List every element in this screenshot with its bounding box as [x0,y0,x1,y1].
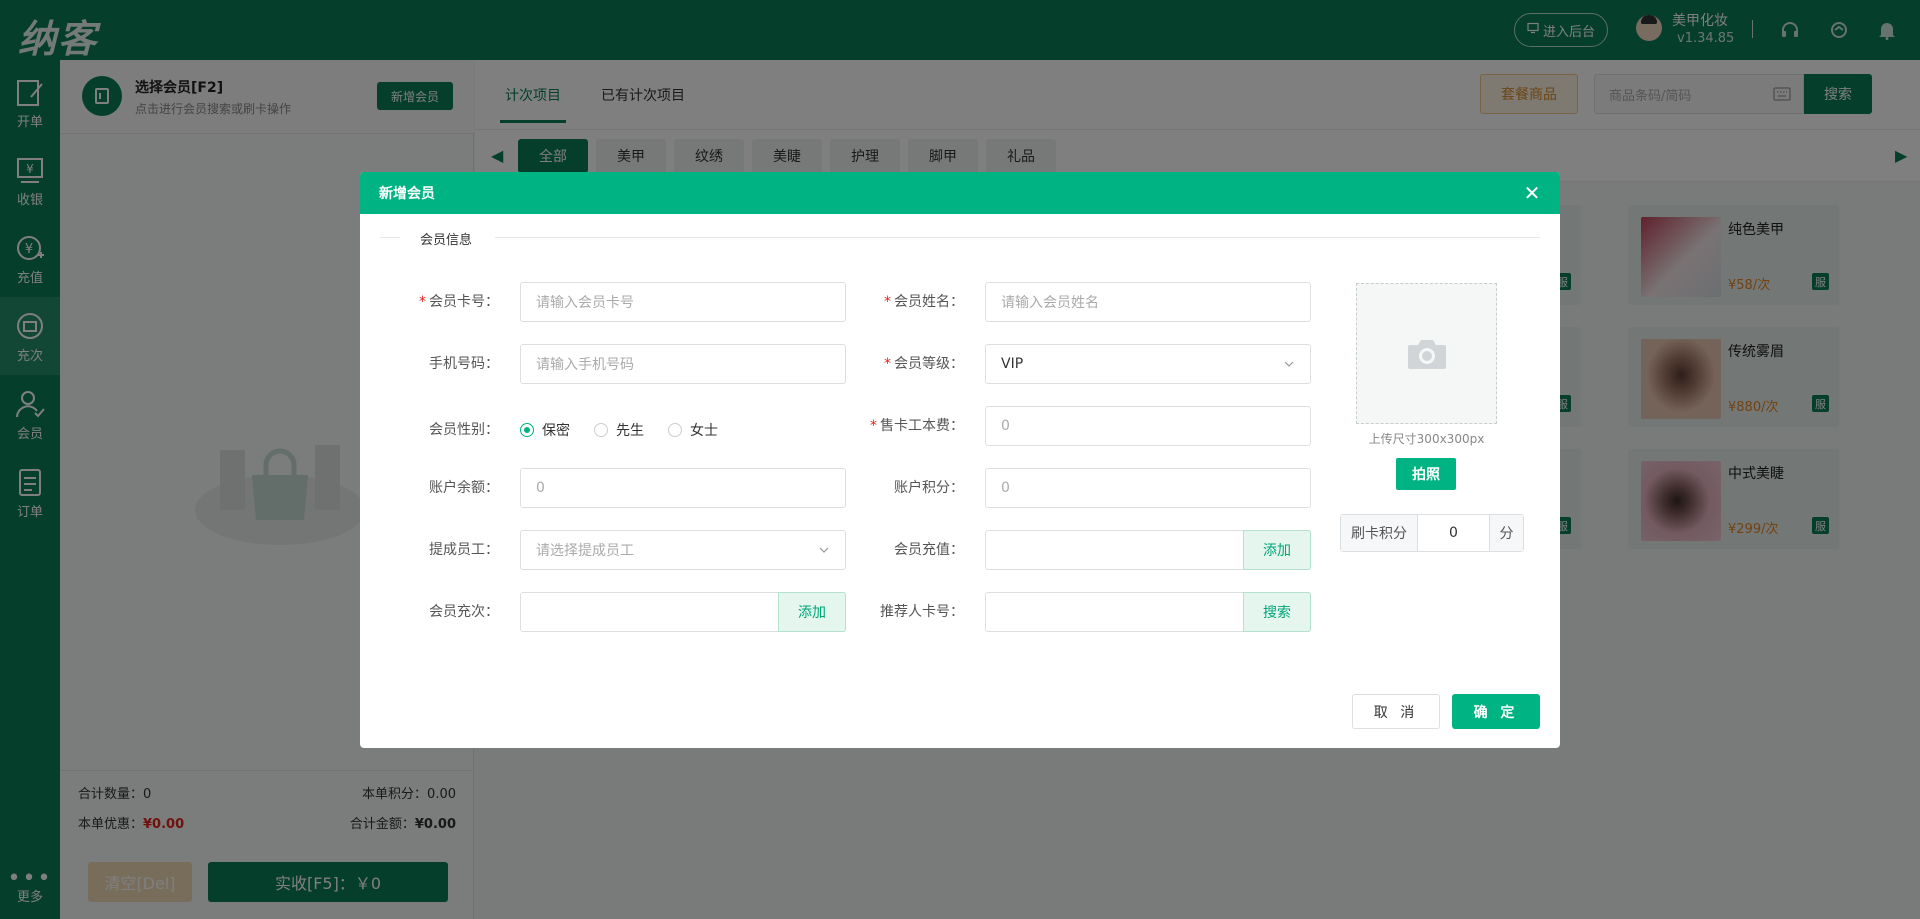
radio-checked-icon [520,423,534,437]
gender-option-female[interactable]: 女士 [668,420,718,440]
name-label: * 会员姓名： [884,294,964,310]
level-label: * 会员等级： [884,356,964,372]
cancel-button[interactable]: 取 消 [1352,694,1440,729]
photo-upload-area[interactable] [1356,283,1497,424]
recharge-add-button[interactable]: 添加 [1243,530,1311,570]
section-title: 会员信息 [420,233,473,248]
points-input[interactable]: 0 [985,468,1311,508]
card-fee-label: * 售卡工本费： [870,418,964,434]
name-input[interactable]: 请输入会员姓名 [985,282,1311,322]
camera-icon [1407,339,1446,369]
swipe-points-input[interactable]: 0 [1418,515,1489,551]
radio-icon [668,423,682,437]
confirm-button[interactable]: 确 定 [1452,694,1540,729]
card-no-input[interactable]: 请输入会员卡号 [520,282,846,322]
phone-label: 手机号码： [429,356,499,372]
level-select[interactable]: VIP [985,344,1311,384]
chevron-down-icon [819,547,829,553]
dialog-title: 新增会员 [379,186,435,202]
swipe-points-unit: 分 [1489,515,1523,551]
balance-input[interactable]: 0 [520,468,846,508]
gender-label: 会员性别： [429,422,499,438]
swipe-points-field: 刷卡积分 0 分 [1340,514,1524,552]
gender-option-secret[interactable]: 保密 [520,420,570,440]
close-icon[interactable]: ✕ [1520,181,1544,205]
gender-radio-group: 保密 先生 女士 [520,410,718,450]
phone-input[interactable]: 请输入手机号码 [520,344,846,384]
section-divider [495,237,1540,238]
take-photo-button[interactable]: 拍照 [1396,458,1456,490]
chevron-down-icon [1284,361,1294,367]
referrer-label: 推荐人卡号： [880,604,964,620]
section-divider [380,237,400,238]
photo-size-tip: 上传尺寸300x300px [1368,432,1485,446]
gender-option-male[interactable]: 先生 [594,420,644,440]
times-add-button[interactable]: 添加 [778,592,846,632]
referrer-search-button[interactable]: 搜索 [1243,592,1311,632]
balance-label: 账户余额： [429,480,499,496]
staff-select[interactable]: 请选择提成员工 [520,530,846,570]
card-fee-input[interactable]: 0 [985,406,1311,446]
new-member-dialog: 新增会员 ✕ 会员信息 * 会员卡号： 请输入会员卡号 * 会员姓名： 请输入会员姓… [360,172,1560,748]
swipe-points-label: 刷卡积分 [1341,515,1418,551]
times-input[interactable]: 添加 [520,592,846,632]
times-label: 会员充次： [429,604,499,620]
card-no-label: * 会员卡号： [419,294,499,310]
recharge-input[interactable]: 添加 [985,530,1311,570]
staff-label: 提成员工： [429,542,499,558]
dialog-header: 新增会员 ✕ [360,172,1560,214]
recharge-label: 会员充值： [894,542,964,558]
points-label: 账户积分： [894,480,964,496]
referrer-input[interactable]: 搜索 [985,592,1311,632]
radio-icon [594,423,608,437]
